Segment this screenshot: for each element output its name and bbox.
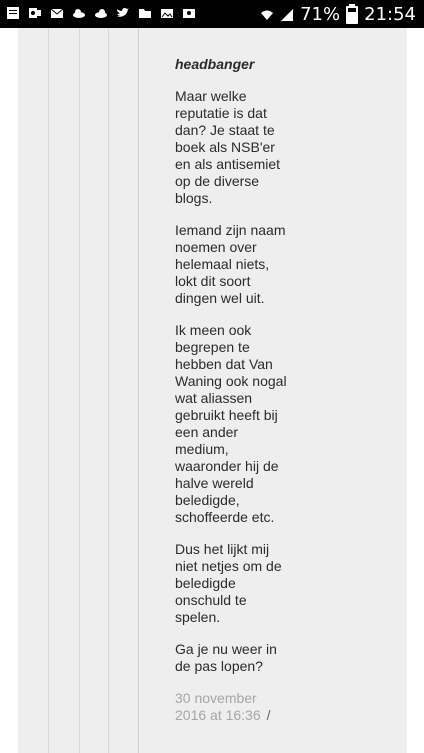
thread-indent-line	[48, 28, 49, 753]
notes-icon	[6, 6, 20, 20]
comment-date-link[interactable]: 30 november 2016 at 16:36	[175, 690, 261, 723]
folder-icon	[138, 6, 152, 20]
outlook-icon	[28, 6, 42, 20]
comment-paragraph: Iemand zijn naam noemen over helemaal ni…	[175, 222, 286, 306]
comment-paragraph: Ik meen ook begrepen te hebben dat Van W…	[175, 322, 287, 525]
notification-icons	[6, 6, 196, 20]
twitter-icon	[116, 6, 130, 20]
mail-icon	[50, 6, 64, 20]
battery-percent: 71%	[300, 4, 341, 25]
page: headbanger Maar welke reputatie is dat d…	[0, 28, 424, 753]
comment-meta: 30 november 2016 at 16:36 /	[175, 690, 289, 724]
comment-paragraph: Ga je nu weer in de pas lopen?	[175, 641, 277, 674]
status-right: 71% 21:54	[260, 3, 416, 25]
thread-indent-line	[108, 28, 109, 753]
comment-author[interactable]: headbanger	[175, 56, 289, 72]
comment: headbanger Maar welke reputatie is dat d…	[175, 56, 289, 724]
cloud-icon	[72, 6, 86, 20]
status-bar: 71% 21:54	[0, 0, 424, 28]
wifi-icon	[260, 8, 274, 22]
clock: 21:54	[364, 4, 416, 25]
cloud-icon-2	[94, 6, 108, 20]
meta-separator: /	[266, 707, 271, 723]
thread-indent-line	[79, 28, 80, 753]
battery-icon	[346, 3, 359, 24]
comment-thread: headbanger Maar welke reputatie is dat d…	[18, 28, 407, 753]
comment-paragraph: Dus het lijkt mij niet netjes om de bele…	[175, 541, 282, 625]
thread-indent-line	[138, 28, 139, 753]
signal-icon	[280, 8, 294, 22]
photo-icon-2	[182, 6, 196, 20]
photo-icon	[160, 6, 174, 20]
comment-paragraph: Maar welke reputatie is dat dan? Je staa…	[175, 88, 281, 206]
